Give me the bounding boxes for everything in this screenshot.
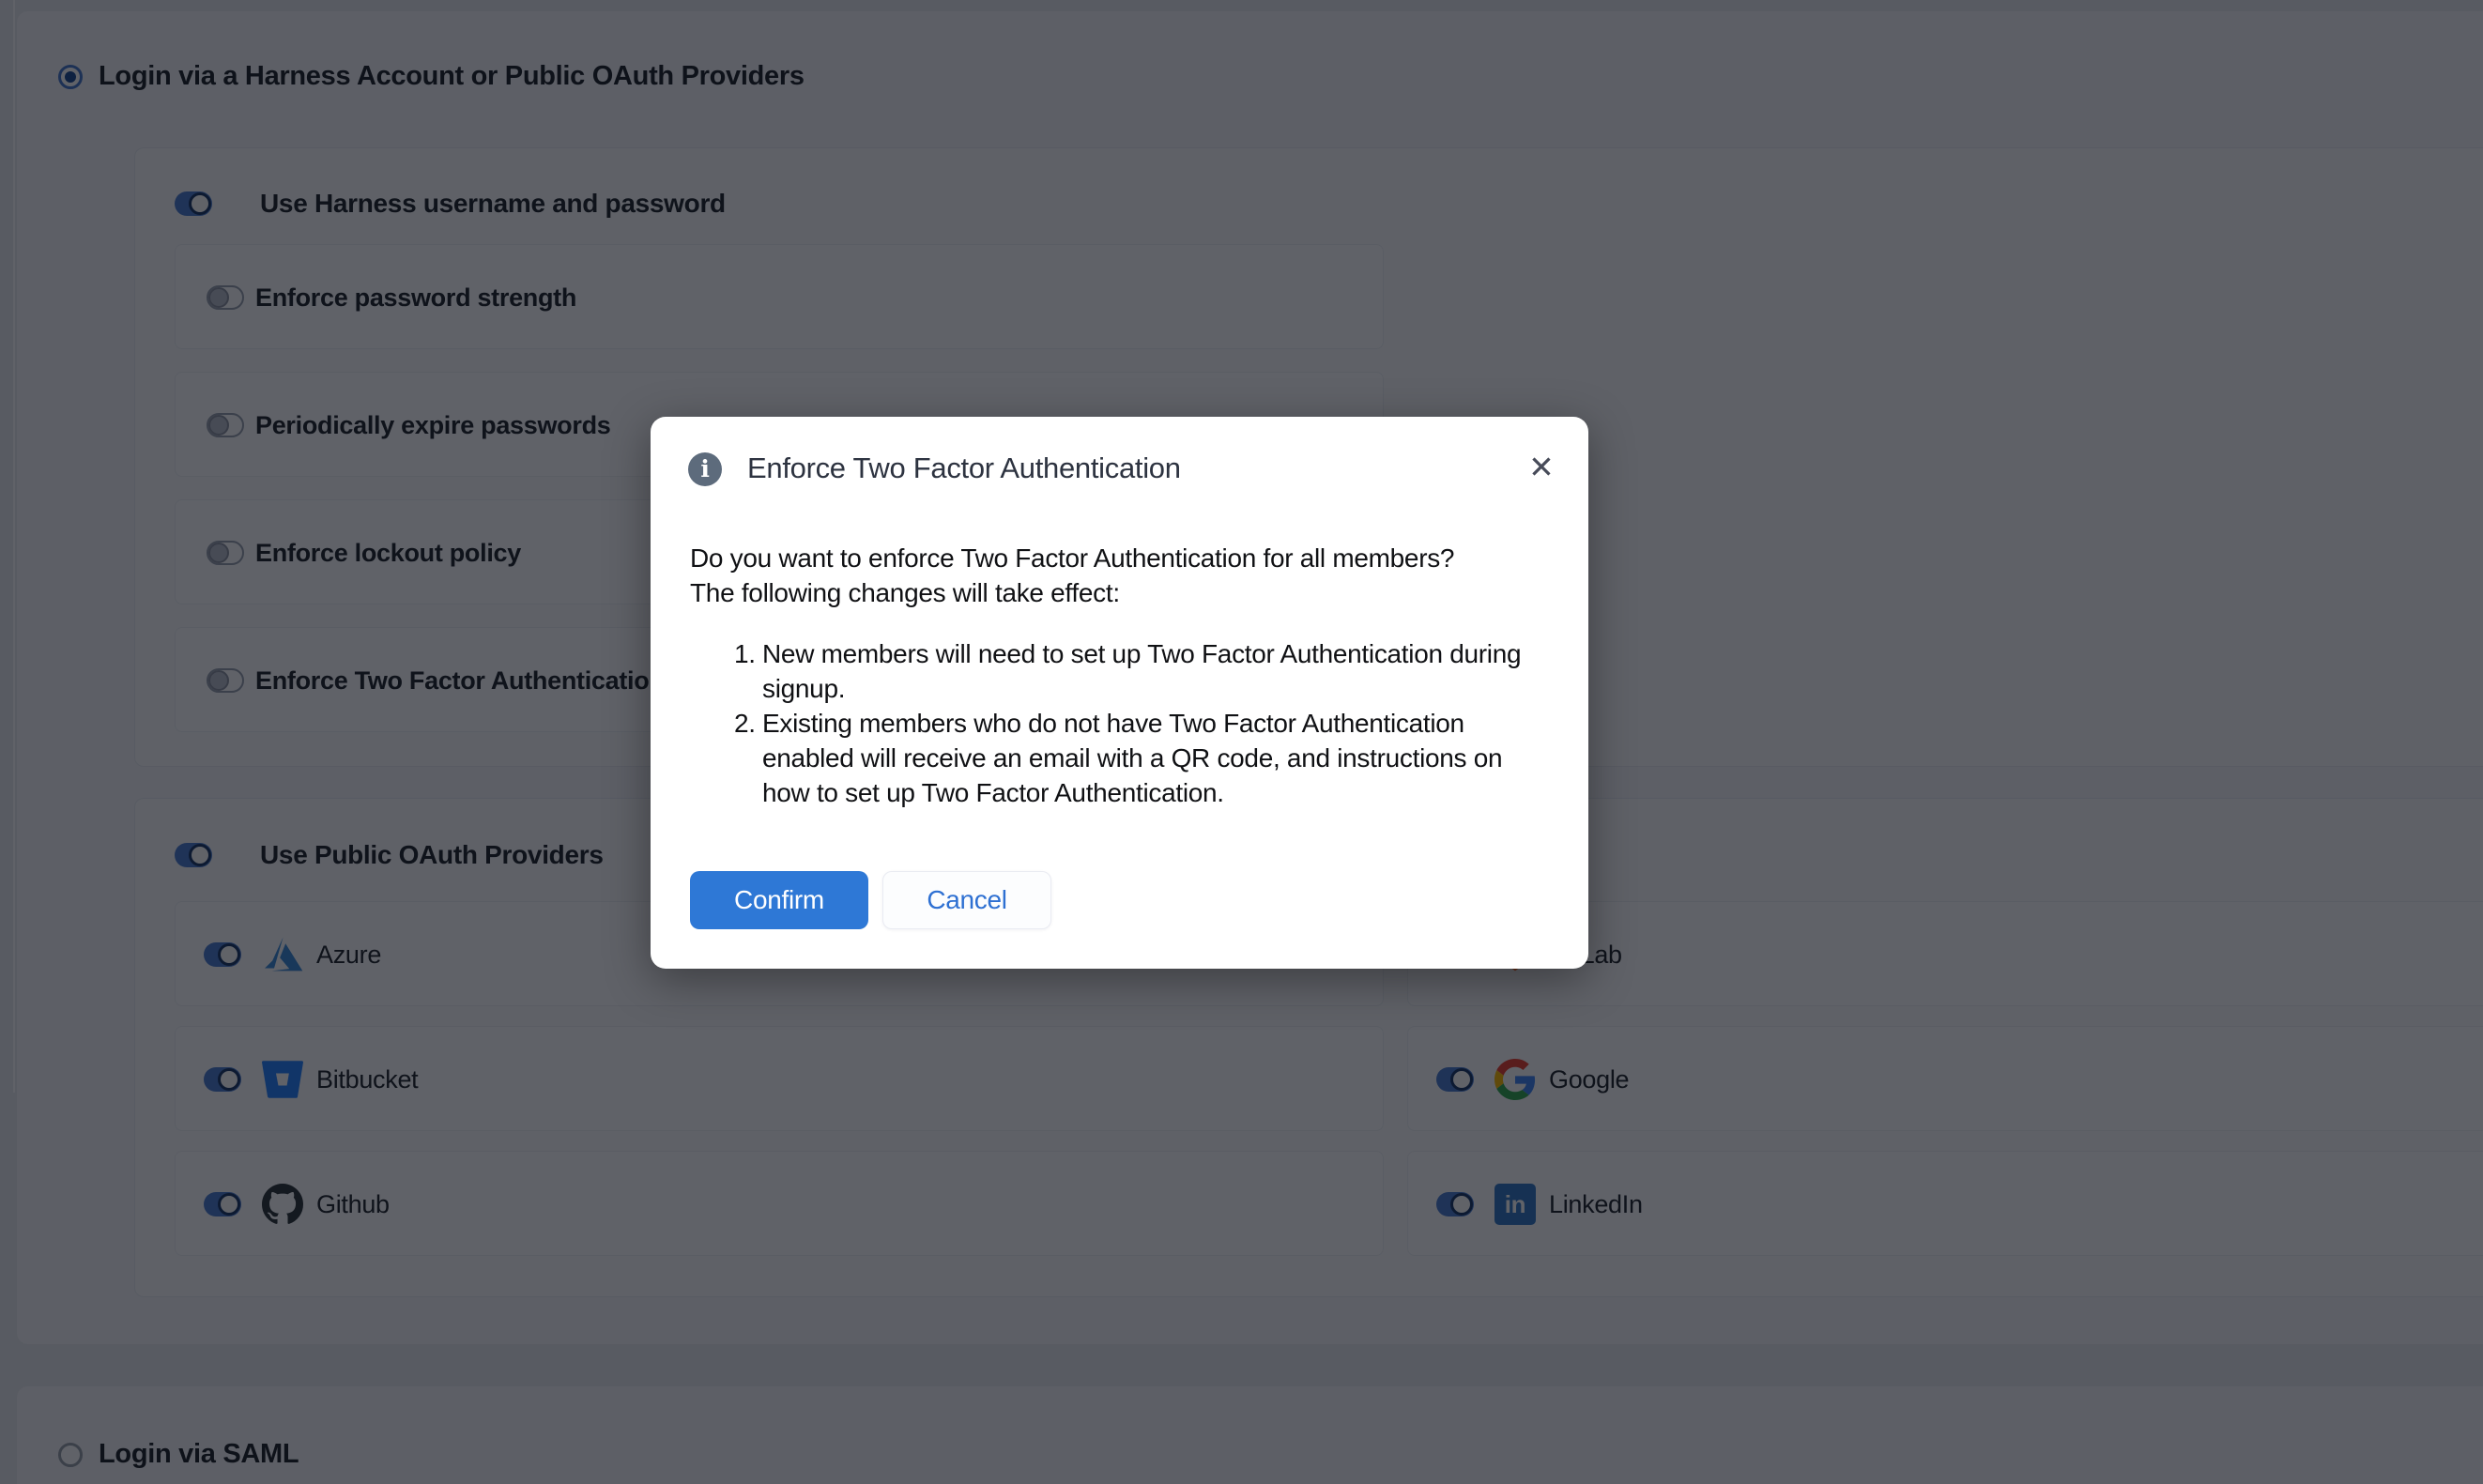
list-item-number: 2.	[734, 706, 762, 810]
cancel-button[interactable]: Cancel	[882, 871, 1051, 929]
list-item: 1. New members will need to set up Two F…	[734, 636, 1521, 706]
dialog-change-list: 1. New members will need to set up Two F…	[734, 636, 1521, 810]
enforce-2fa-dialog: i Enforce Two Factor Authentication ✕ Do…	[651, 417, 1588, 969]
list-item-text: New members will need to set up Two Fact…	[762, 636, 1521, 706]
confirm-button[interactable]: Confirm	[690, 871, 868, 929]
dialog-body-text: Do you want to enforce Two Factor Authen…	[690, 541, 1454, 610]
authentication-settings-screen: Login via a Harness Account or Public OA…	[0, 0, 2483, 1484]
info-icon: i	[688, 452, 722, 486]
dialog-title: Enforce Two Factor Authentication	[747, 451, 1181, 485]
list-item-text: Existing members who do not have Two Fac…	[762, 706, 1502, 810]
close-icon[interactable]: ✕	[1521, 447, 1562, 488]
list-item-number: 1.	[734, 636, 762, 706]
list-item: 2. Existing members who do not have Two …	[734, 706, 1521, 810]
